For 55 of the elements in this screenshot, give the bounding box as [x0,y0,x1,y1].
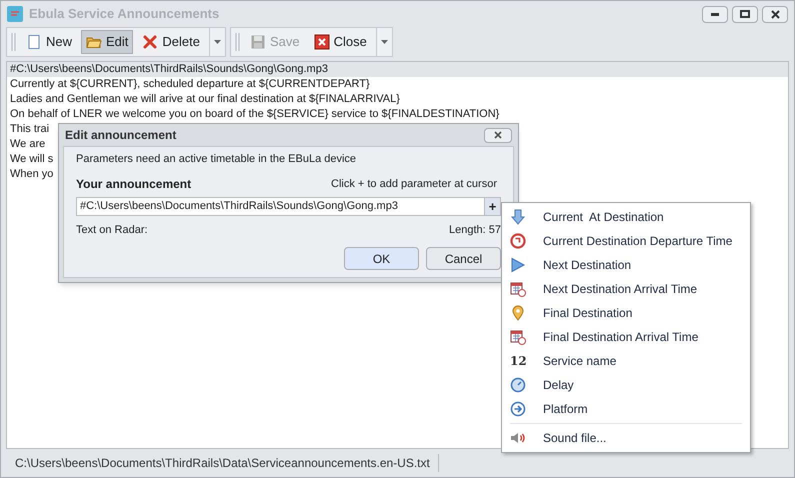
menu-item[interactable]: Final Destination Arrival Time [502,325,750,349]
down-arrow-icon [510,209,526,225]
menu-item[interactable]: 12 Service name [502,349,750,373]
toolbar-grip-icon [11,31,17,53]
calendar-icon [510,329,526,345]
menu-item[interactable]: Final Destination [502,301,750,325]
text-line[interactable]: On behalf of LNER we welcome you on board of the ${SERVICE} service to ${FINALDESTINATION} [7,107,788,122]
minimize-button[interactable] [702,6,728,22]
caret-icon [380,40,388,44]
maximize-button[interactable] [732,6,758,22]
close-icon [314,34,330,50]
toolbar-button[interactable]: New [21,30,78,54]
toolbar-button[interactable]: Close [308,30,372,54]
hint-text: Click + to add parameter at cursor [331,177,498,192]
toolbar-grip-icon [235,31,241,53]
field-label: Your announcement [76,176,192,192]
menu-item[interactable]: Current Destination Departure Time [502,229,750,253]
close-button[interactable] [762,6,788,22]
close-icon [494,131,502,139]
window-title: Ebula Service Announcements [29,5,220,24]
menu-item[interactable]: Current At Destination [502,205,750,229]
menu-item[interactable]: Next Destination Arrival Time [502,277,750,301]
text-line[interactable]: Currently at ${CURRENT}, scheduled departure at ${CURRENTDEPART} [7,77,788,92]
dialog-title: Edit announcement [65,127,176,144]
page-icon [26,34,42,50]
maximize-icon [740,10,750,18]
floppy-icon [250,34,266,50]
radar-label: Text on Radar: [76,222,148,238]
minimize-icon [711,12,719,16]
dialog-button[interactable]: OK [344,247,419,270]
close-button[interactable] [484,128,512,142]
menu-item[interactable]: Delay [502,373,750,397]
close-icon [770,10,780,18]
speaker-icon [510,430,526,446]
length-text: Length: 57 [449,222,501,238]
calendar-icon [510,281,526,297]
timer-icon [510,377,526,393]
dialog-button[interactable]: Cancel [426,247,501,270]
menu-item[interactable]: Sound file... [502,426,750,450]
toolbar-button[interactable]: Edit [81,30,134,54]
menu-item[interactable]: Platform [502,397,750,421]
text-line[interactable]: Ladies and Gentleman we will arive at our final destination at ${FINALARRIVAL} [7,92,788,107]
menu-item-icon-text: 12 [510,355,526,367]
map-pin-icon [510,305,526,321]
add-parameter-button[interactable]: + [485,196,501,216]
status-text: C:\Users\beens\Documents\ThirdRails\Data\Serviceannouncements.en-US.txt [15,454,439,472]
toolbar-button[interactable]: Delete [137,30,205,54]
x-icon [142,34,158,50]
menu-item[interactable]: Next Destination [502,253,750,277]
play-icon [510,257,526,273]
caret-icon [214,40,221,44]
announcement-field[interactable]: #C:\Users\beens\Documents\ThirdRails\Sounds\Gong\Gong.mp3 [76,196,485,216]
app-icon [7,6,23,22]
info-text: Parameters need an active timetable in the EBuLa device [76,152,358,167]
clock-icon [510,233,526,249]
